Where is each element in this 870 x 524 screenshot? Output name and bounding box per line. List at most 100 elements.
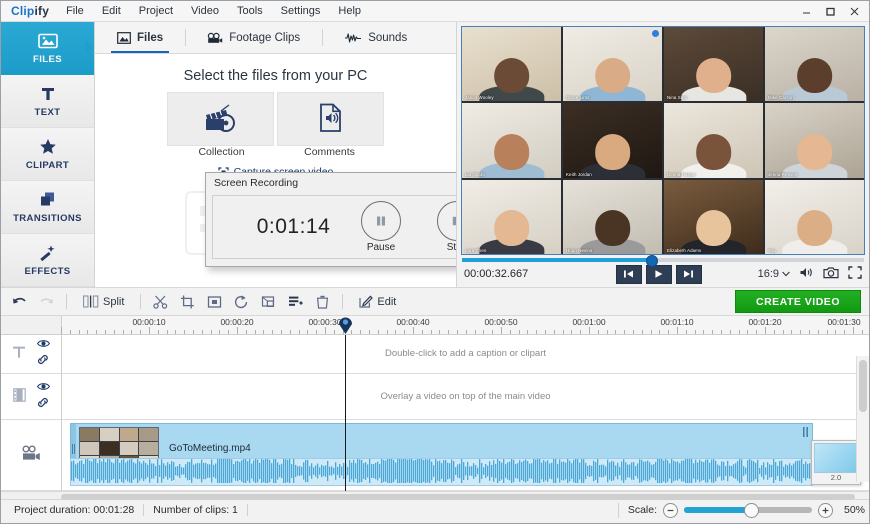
timeline-ruler[interactable]: 00:00:10 00:00:20 00:00:30 00:00:40 00:0… [1, 316, 869, 335]
sidebar-item-effects[interactable]: EFFECTS [1, 234, 94, 287]
clipify-window: Clipify File Edit Project Video Tools Se… [0, 0, 870, 524]
clapperboard-icon [204, 103, 238, 136]
volume-icon[interactable] [799, 266, 814, 282]
player-seek-bar[interactable] [462, 254, 864, 267]
redo-icon[interactable] [34, 291, 59, 312]
toolbar-divider [140, 294, 142, 309]
project-duration-label: Project duration: [14, 504, 91, 516]
link-icon[interactable] [37, 354, 49, 368]
link-icon[interactable] [37, 397, 49, 411]
pan-zoom-icon[interactable] [256, 291, 281, 312]
maximize-icon[interactable] [819, 2, 841, 20]
track-header-overlay [1, 374, 61, 420]
tab-footage-clips[interactable]: Footage Clips [185, 22, 322, 53]
close-icon[interactable] [843, 2, 865, 20]
menu-tools[interactable]: Tools [228, 3, 272, 19]
overlay-lane[interactable]: Overlay a video on top of the main video [62, 374, 869, 420]
menu-settings[interactable]: Settings [272, 3, 330, 19]
fullscreen-icon[interactable] [848, 266, 862, 282]
timeline-horizontal-scrollbar[interactable] [1, 490, 869, 500]
clip-right-handle[interactable] [803, 426, 809, 440]
scale-value: 50% [843, 504, 865, 516]
video-preview[interactable]: Jason Wooley Grace Lims Nina Sato Mike C… [461, 26, 865, 255]
participant-name: Jason Wooley [465, 95, 494, 101]
menu-project[interactable]: Project [130, 3, 182, 19]
tab-files[interactable]: Files [95, 22, 185, 53]
end-thumb-image [814, 442, 858, 473]
squares-icon [39, 191, 57, 209]
text-lane[interactable]: Double-click to add a caption or clipart [62, 335, 869, 374]
next-frame-button[interactable] [675, 264, 702, 284]
sidebar-label-files: FILES [33, 53, 62, 65]
pause-button[interactable]: Pause [352, 201, 410, 253]
menu-help[interactable]: Help [329, 3, 370, 19]
project-duration-value: 00:01:28 [93, 504, 135, 516]
sidebar: FILES TEXT CLIPART TRANSITIONS EFFECTS [1, 22, 95, 287]
track-header-text [1, 335, 61, 374]
seek-handle[interactable] [645, 254, 658, 267]
ruler-mark: 00:01:30 [827, 317, 861, 327]
participant-name: Keith Jordan [566, 171, 592, 177]
eye-icon[interactable] [36, 339, 50, 351]
previous-frame-button[interactable] [615, 264, 642, 284]
scrollbar-thumb[interactable] [61, 493, 855, 500]
create-video-button[interactable]: CREATE VIDEO [735, 290, 861, 313]
sidebar-item-files[interactable]: FILES [1, 22, 94, 75]
delete-icon[interactable] [310, 291, 335, 312]
eye-icon[interactable] [36, 382, 50, 394]
stop-button[interactable]: Stop [428, 201, 457, 253]
project-duration: Project duration: 00:01:28 [5, 504, 145, 516]
rotate-icon[interactable] [229, 291, 254, 312]
add-title-icon[interactable] [283, 291, 308, 312]
participant-cell: Lara Chen [462, 179, 561, 254]
waveform-icon [344, 32, 362, 44]
tab-label-sounds: Sounds [368, 31, 408, 44]
playhead-handle[interactable] [338, 315, 353, 334]
aspect-ratio-select[interactable]: 16:9 [758, 268, 790, 280]
participant-name: Lara Chen [465, 247, 487, 253]
toolbar-divider [342, 294, 344, 309]
timeline-body[interactable]: Double-click to add a caption or clipart… [62, 317, 869, 491]
scrollbar-thumb[interactable] [859, 359, 867, 412]
split-button[interactable]: Split [74, 291, 133, 312]
add-video-button[interactable] [167, 92, 274, 146]
undo-icon[interactable] [7, 291, 32, 312]
recording-time: 0:01:14 [256, 215, 331, 238]
sidebar-item-clipart[interactable]: CLIPART [1, 128, 94, 181]
menu-video[interactable]: Video [182, 3, 228, 19]
stop-label: Stop [446, 242, 457, 253]
sidebar-item-text[interactable]: TEXT [1, 75, 94, 128]
overlay-lane-hint: Overlay a video on top of the main video [380, 390, 551, 402]
player-controls: 00:00:32.667 16:9 [457, 262, 869, 287]
scale-slider-handle[interactable] [743, 503, 759, 518]
tab-sounds[interactable]: Sounds [322, 22, 429, 53]
star-icon [39, 138, 57, 156]
snapshot-camera-icon[interactable] [823, 266, 839, 282]
sidebar-item-transitions[interactable]: TRANSITIONS [1, 181, 94, 234]
edit-button[interactable]: Edit [350, 291, 405, 312]
participant-cell: Elizabeth Adams [664, 179, 763, 254]
audio-waveform[interactable] [70, 457, 813, 486]
cut-icon[interactable] [148, 291, 173, 312]
crop-icon[interactable] [175, 291, 200, 312]
plus-circle-icon[interactable] [818, 502, 833, 518]
video-lane[interactable]: GoToMeeting.mp4 2.0 [62, 420, 869, 491]
panel-title: Select the files from your PC [183, 68, 368, 84]
menu-edit[interactable]: Edit [93, 3, 130, 19]
timeline-vertical-scrollbar[interactable] [856, 355, 869, 482]
title-bar: Clipify File Edit Project Video Tools Se… [1, 1, 869, 22]
playhead[interactable] [339, 317, 352, 491]
sidebar-label-transitions: TRANSITIONS [13, 212, 82, 224]
add-audio-button[interactable] [277, 92, 384, 146]
stabilize-icon[interactable] [202, 291, 227, 312]
participant-name: Mike Carson [768, 95, 794, 101]
scale-slider[interactable] [684, 503, 812, 518]
play-button[interactable] [645, 264, 672, 284]
clip-end-thumbnail[interactable]: 2.0 [811, 439, 861, 485]
menu-file[interactable]: File [57, 3, 93, 19]
text-t-icon [40, 85, 56, 103]
minus-circle-icon[interactable] [663, 502, 678, 518]
player-right-controls: 16:9 [758, 266, 862, 282]
minimize-icon[interactable] [795, 2, 817, 20]
participant-cell: Nina Sato [664, 27, 763, 102]
